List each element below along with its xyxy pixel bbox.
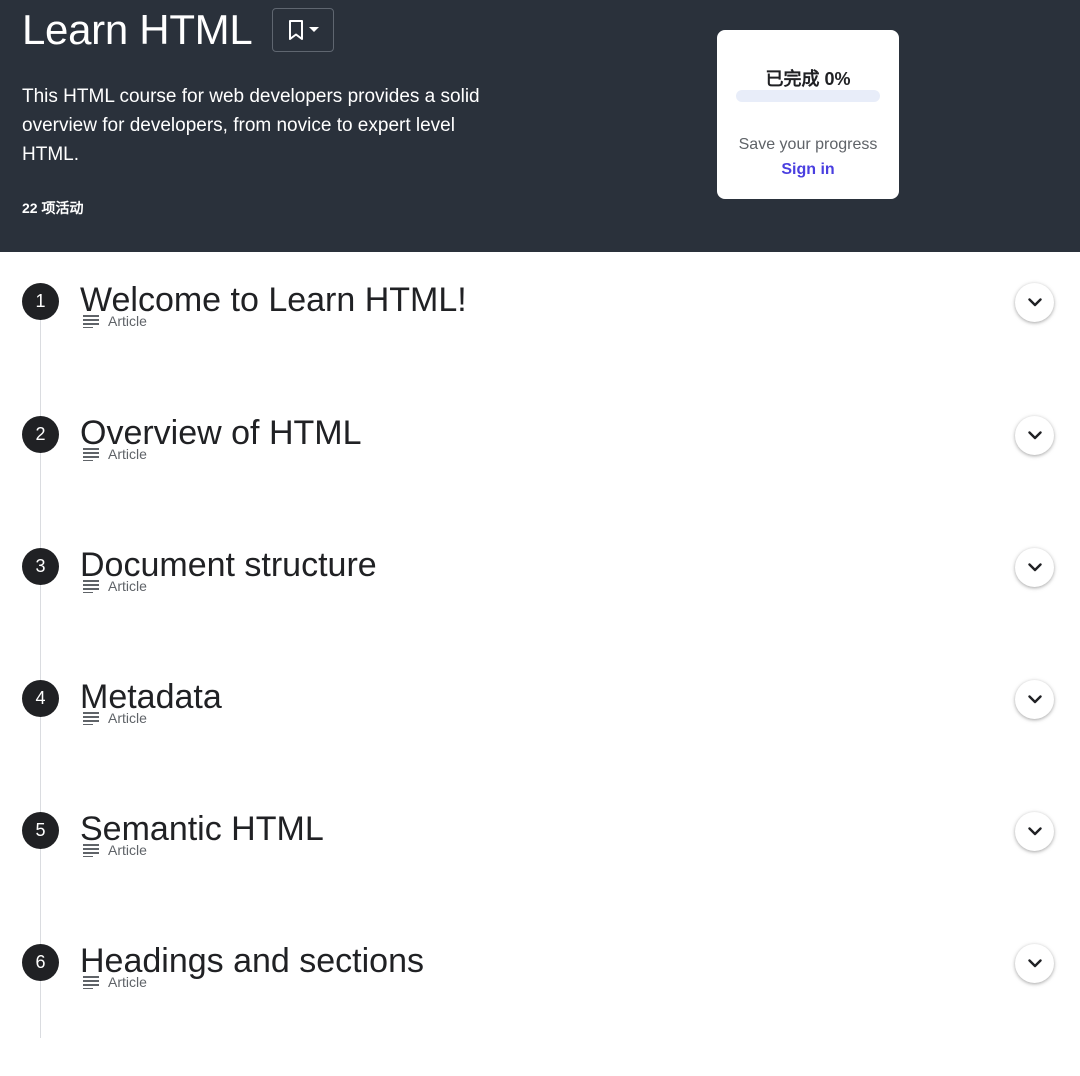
article-lines-icon	[82, 314, 100, 328]
module-item: 3 Document structure Article	[0, 546, 1080, 680]
chevron-down-icon	[1027, 955, 1042, 973]
module-meta: Article	[82, 313, 147, 329]
module-number: 6	[22, 944, 59, 981]
progress-bar	[736, 90, 880, 102]
save-progress-text: Save your progress	[738, 136, 878, 153]
expand-module-button[interactable]	[1015, 944, 1054, 983]
module-meta: Article	[82, 710, 147, 726]
bookmark-button[interactable]	[272, 8, 335, 52]
module-type: Article	[108, 710, 147, 726]
expand-module-button[interactable]	[1015, 680, 1054, 719]
module-type: Article	[108, 446, 147, 462]
module-item: 5 Semantic HTML Article	[0, 810, 1080, 944]
course-description: This HTML course for web developers prov…	[22, 86, 480, 165]
module-item: 2 Overview of HTML Article	[0, 414, 1080, 548]
article-lines-icon	[82, 843, 100, 857]
article-lines-icon	[82, 447, 100, 461]
course-header: Learn HTML This HTML course for web deve…	[0, 0, 1080, 252]
module-number: 4	[22, 680, 59, 717]
module-item: 6 Headings and sections Article	[0, 942, 1080, 1076]
module-number: 2	[22, 416, 59, 453]
module-item: 4 Metadata Article	[0, 678, 1080, 812]
expand-module-button[interactable]	[1015, 416, 1054, 455]
module-meta: Article	[82, 578, 147, 594]
module-type: Article	[108, 578, 147, 594]
activity-count: 22 项活动	[22, 200, 84, 216]
article-lines-icon	[82, 711, 100, 725]
module-meta: Article	[82, 974, 147, 990]
expand-module-button[interactable]	[1015, 812, 1054, 851]
bookmark-icon	[287, 19, 305, 41]
title-row: Learn HTML	[22, 6, 335, 54]
module-meta: Article	[82, 842, 147, 858]
expand-module-button[interactable]	[1015, 548, 1054, 587]
progress-card: 已完成 0% Save your progress Sign in	[717, 30, 899, 199]
chevron-down-icon	[1027, 294, 1042, 312]
expand-module-button[interactable]	[1015, 283, 1054, 322]
module-number: 5	[22, 812, 59, 849]
sign-in-link[interactable]: Sign in	[717, 160, 899, 180]
progress-title: 已完成 0%	[765, 69, 851, 89]
module-number: 3	[22, 548, 59, 585]
module-item: 1 Welcome to Learn HTML! Article	[0, 281, 1080, 415]
chevron-down-icon	[1027, 559, 1042, 577]
article-lines-icon	[82, 579, 100, 593]
article-lines-icon	[82, 975, 100, 989]
chevron-down-icon	[1027, 691, 1042, 709]
chevron-down-icon	[1027, 427, 1042, 445]
module-meta: Article	[82, 446, 147, 462]
module-type: Article	[108, 974, 147, 990]
module-number: 1	[22, 283, 59, 320]
page-title: Learn HTML	[22, 6, 253, 53]
module-type: Article	[108, 842, 147, 858]
chevron-down-icon	[1027, 823, 1042, 841]
caret-down-icon	[309, 27, 320, 33]
module-type: Article	[108, 313, 147, 329]
